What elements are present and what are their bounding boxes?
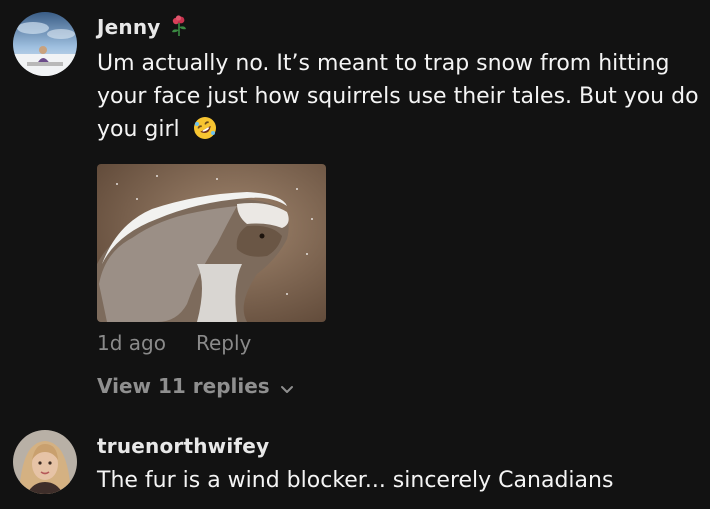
rose-icon [170, 15, 188, 42]
avatar[interactable] [13, 12, 77, 76]
squirrel-in-snow-photo[interactable] [97, 164, 326, 322]
view-replies-button[interactable]: View 11 replies [97, 372, 294, 400]
comment-username[interactable]: truenorthwifey [97, 434, 269, 458]
username-text[interactable]: Jenny [97, 15, 161, 39]
comment-text: Um actually no. It’s meant to trap snow … [97, 47, 707, 150]
comment-username[interactable]: Jenny [97, 15, 188, 42]
comment-text: The fur is a wind blocker... sincerely C… [97, 468, 614, 493]
comment-item: truenorthwifey The fur is a wind blocker… [0, 410, 710, 509]
comment-timestamp: 1d ago [97, 331, 166, 355]
view-replies-label[interactable]: View 11 replies [97, 374, 270, 398]
comment-item: Jenny Um actually no. It’s meant to trap… [0, 0, 710, 410]
rolling-on-floor-laughing-emoji [193, 116, 217, 150]
avatar[interactable] [13, 430, 77, 494]
reply-button[interactable]: Reply [196, 331, 251, 355]
comment-text-content: Um actually no. It’s meant to trap snow … [97, 51, 699, 142]
chevron-down-icon [280, 376, 294, 400]
